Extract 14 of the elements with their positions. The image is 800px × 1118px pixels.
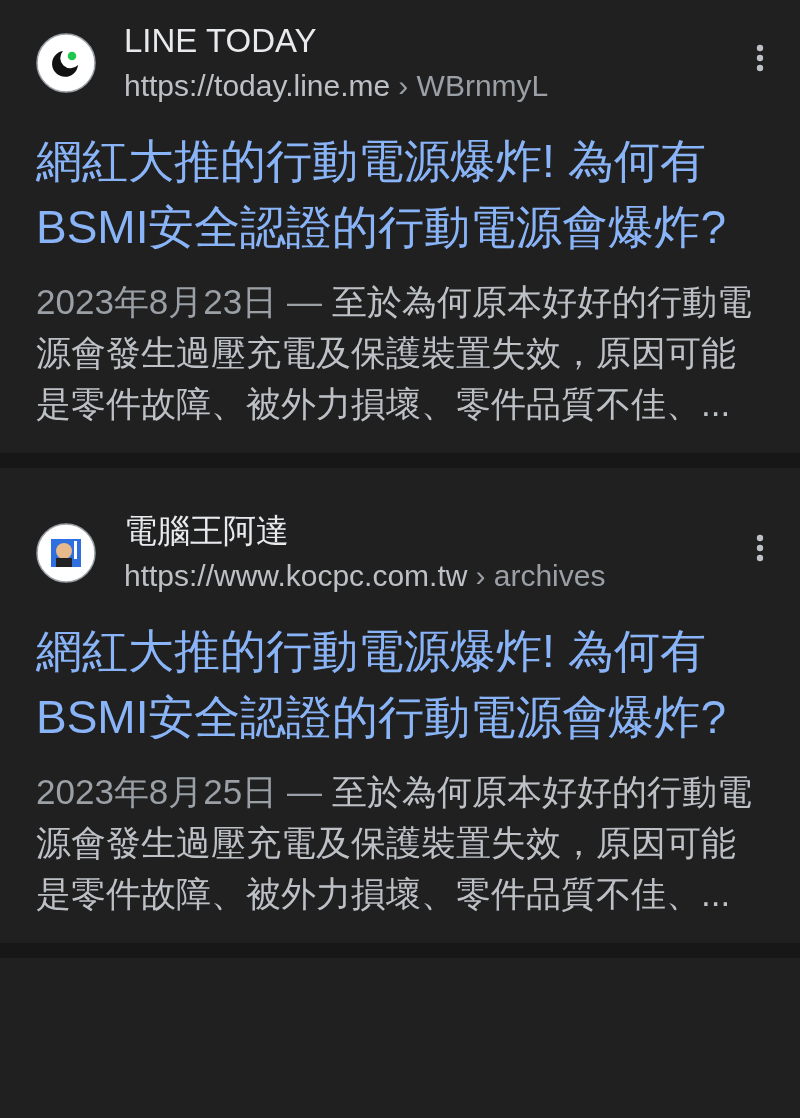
moon-icon — [36, 33, 96, 93]
site-url: https://today.line.me — [124, 68, 391, 104]
site-name: 電腦王阿達 — [124, 511, 289, 551]
url-breadcrumb: › archives — [475, 558, 606, 594]
more-icon — [756, 44, 764, 72]
result-snippet: 2023年8月23日 — 至於為何原本好好的行動電源會發生過壓充電及保護裝置失效，原因可能是零件故障、被外力損壞、零件品質不佳、... — [36, 281, 753, 425]
result-title-link[interactable]: 網紅大推的行動電源爆炸! 為何有BSMI安全認證的行動電源會爆炸? — [36, 618, 766, 750]
url-breadcrumb: › WBrnmyL — [398, 68, 549, 104]
result-title-link[interactable]: 網紅大推的行動電源爆炸! 為何有BSMI安全認證的行動電源會爆炸? — [36, 128, 766, 260]
result-snippet: 2023年8月25日 — 至於為何原本好好的行動電源會發生過壓充電及保護裝置失效，原因可能是零件故障、被外力損壞、零件品質不佳、... — [36, 771, 753, 915]
site-url: https://www.kocpc.com.tw — [124, 558, 468, 594]
site-name: LINE TODAY — [124, 21, 317, 61]
avatar-icon — [36, 523, 96, 583]
more-icon — [756, 534, 764, 562]
